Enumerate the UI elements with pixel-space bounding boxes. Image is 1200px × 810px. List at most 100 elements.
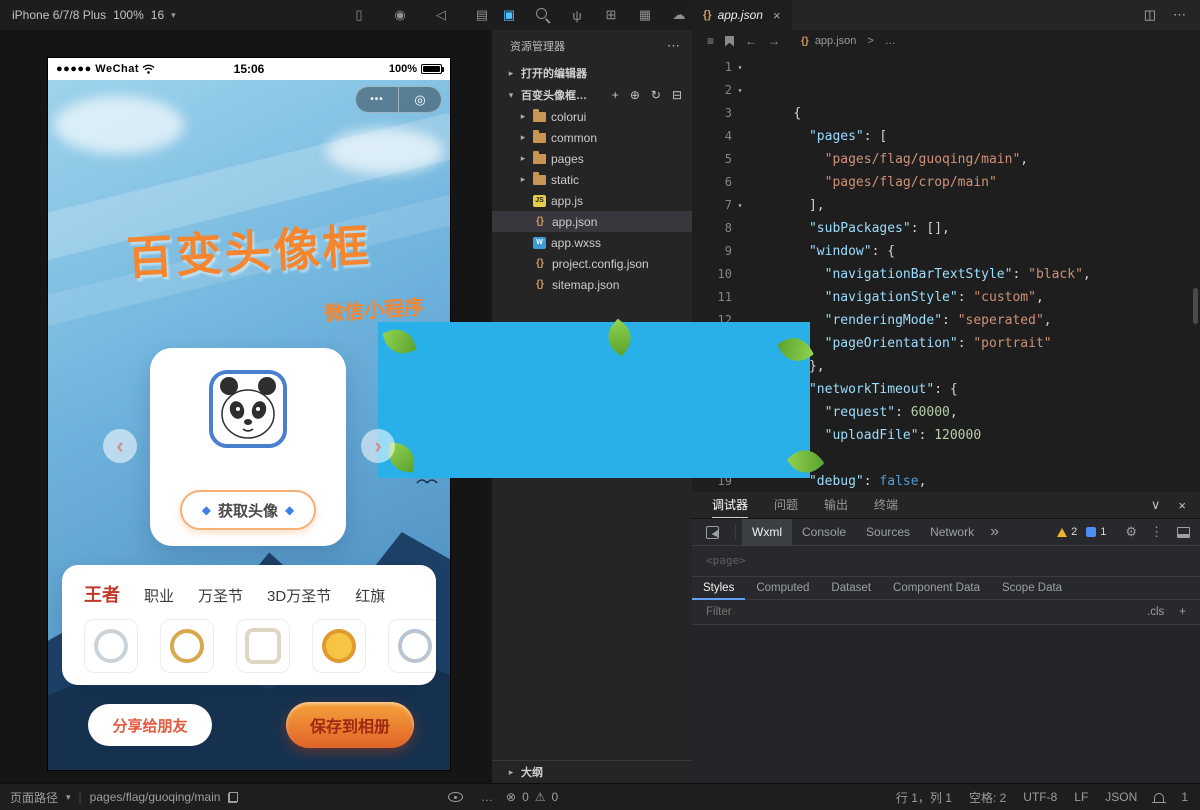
capsule-more-button[interactable]: ••• bbox=[356, 87, 399, 112]
avatar-frame-thumbnail[interactable] bbox=[312, 619, 366, 673]
more-icon[interactable]: … bbox=[481, 790, 493, 804]
debugger-tab[interactable]: 终端 bbox=[874, 493, 898, 517]
version-control-icon[interactable]: ψ bbox=[568, 6, 586, 24]
tree-item[interactable]: {} app.json bbox=[492, 211, 692, 232]
statusbar-item[interactable]: JSON bbox=[1105, 790, 1137, 804]
preview-eye-icon[interactable] bbox=[448, 792, 463, 802]
category-tab[interactable]: 万圣节 bbox=[198, 585, 243, 606]
editor-toggle-icon[interactable]: ▣ bbox=[500, 6, 518, 24]
mute-icon[interactable]: ◁ bbox=[432, 6, 450, 24]
close-tab-icon[interactable]: × bbox=[773, 8, 781, 23]
get-avatar-button[interactable]: ◆ 获取头像 ◆ bbox=[180, 490, 316, 530]
split-editor-icon[interactable]: ◫ bbox=[1144, 7, 1156, 23]
devtools-tab[interactable]: Console bbox=[792, 519, 856, 546]
tree-item[interactable]: {} sitemap.json bbox=[492, 274, 692, 295]
tree-item[interactable]: ▸ common bbox=[492, 127, 692, 148]
problems-group[interactable]: ⊗ 0 ⚠ 0 bbox=[506, 784, 558, 810]
tree-item[interactable]: ▸ pages bbox=[492, 148, 692, 169]
share-button[interactable]: 分享给朋友 bbox=[88, 704, 212, 746]
toggle-class-button[interactable]: .cls bbox=[1147, 606, 1164, 618]
close-panel-icon[interactable]: × bbox=[1178, 498, 1186, 513]
new-folder-icon[interactable]: ⊕ bbox=[630, 88, 640, 102]
more-actions-icon[interactable]: ⋯ bbox=[1173, 7, 1186, 23]
statusbar-item[interactable]: UTF-8 bbox=[1023, 790, 1057, 804]
device-selector[interactable]: iPhone 6/7/8 Plus 100% 16 ▾ bbox=[12, 0, 176, 30]
styles-tab[interactable]: Component Data bbox=[882, 577, 991, 600]
editor-scrollbar[interactable] bbox=[1193, 288, 1198, 324]
breadcrumb-more[interactable]: … bbox=[885, 35, 896, 47]
devtools-tab[interactable]: Wxml bbox=[742, 519, 792, 546]
debugger-tab[interactable]: 输出 bbox=[824, 493, 848, 517]
breadcrumb-file[interactable]: {} app.json bbox=[801, 35, 856, 47]
back-icon[interactable]: ← bbox=[745, 34, 757, 48]
category-tab[interactable]: 红旗 bbox=[355, 585, 385, 606]
wxml-dom-root[interactable]: <page> bbox=[692, 546, 1200, 576]
tree-item[interactable]: {} project.config.json bbox=[492, 253, 692, 274]
project-root-section[interactable]: ▾ 百变头像框… +⊕↻⊟ bbox=[492, 84, 692, 106]
filter-input[interactable]: Filter bbox=[706, 606, 732, 618]
styles-tab[interactable]: Styles bbox=[692, 577, 745, 600]
statusbar-item[interactable]: 空格: 2 bbox=[969, 789, 1006, 806]
notification-count[interactable]: 1 bbox=[1181, 790, 1188, 804]
fold-chevron-icon[interactable] bbox=[732, 171, 748, 194]
page-path-label[interactable]: 页面路径 bbox=[10, 789, 58, 806]
devtools-tab[interactable]: Sources bbox=[856, 519, 920, 546]
cloud-icon[interactable]: ☁ bbox=[670, 6, 688, 24]
statusbar-item[interactable]: LF bbox=[1074, 790, 1088, 804]
gear-icon[interactable]: ⚙ bbox=[1125, 524, 1137, 540]
outline-section[interactable]: ▸ 大纲 bbox=[492, 760, 692, 783]
open-editors-section[interactable]: ▸ 打开的编辑器 bbox=[492, 62, 692, 84]
bookmark-icon[interactable] bbox=[725, 36, 734, 47]
avatar-frame-thumbnail[interactable] bbox=[160, 619, 214, 673]
styles-tab[interactable]: Dataset bbox=[820, 577, 882, 600]
debugger-tab[interactable]: 问题 bbox=[774, 493, 798, 517]
bell-icon[interactable] bbox=[1154, 793, 1164, 802]
fold-chevron-icon[interactable]: ▾ bbox=[732, 194, 748, 217]
copy-path-icon[interactable] bbox=[228, 792, 238, 803]
category-tab[interactable]: 3D万圣节 bbox=[267, 585, 331, 606]
fold-chevron-icon[interactable] bbox=[732, 102, 748, 125]
avatar-frame-thumbnail[interactable] bbox=[236, 619, 290, 673]
category-tab[interactable]: 职业 bbox=[144, 585, 174, 606]
devtools-tab[interactable]: Network bbox=[920, 519, 984, 546]
forward-icon[interactable]: → bbox=[768, 34, 780, 48]
tree-item[interactable]: ▸ colorui bbox=[492, 106, 692, 127]
fold-chevron-icon[interactable] bbox=[732, 286, 748, 309]
fold-chevron-icon[interactable] bbox=[732, 217, 748, 240]
fold-chevron-icon[interactable]: ▾ bbox=[732, 56, 748, 79]
kebab-menu-icon[interactable]: ⋮ bbox=[1150, 524, 1163, 540]
avatar-frame-thumbnail[interactable] bbox=[84, 619, 138, 673]
avatar-frame-thumbnail[interactable] bbox=[388, 619, 436, 673]
tree-item[interactable]: ▸ static bbox=[492, 169, 692, 190]
tab-app-json[interactable]: {} app.json × bbox=[692, 0, 792, 30]
refresh-icon[interactable]: ↻ bbox=[651, 88, 661, 102]
statusbar-item[interactable]: 行 1，列 1 bbox=[896, 789, 952, 806]
grid-icon[interactable]: ⊞ bbox=[602, 6, 620, 24]
fold-chevron-icon[interactable] bbox=[732, 148, 748, 171]
warning-count[interactable]: 2 bbox=[1071, 526, 1077, 538]
issues-count[interactable]: 1 bbox=[1100, 526, 1106, 538]
category-tab[interactable]: 王者 bbox=[84, 581, 120, 607]
record-icon[interactable]: ◉ bbox=[391, 6, 409, 24]
windows-icon[interactable]: ▦ bbox=[636, 6, 654, 24]
inspect-element-icon[interactable] bbox=[706, 526, 719, 539]
tabs-overflow-icon[interactable]: » bbox=[984, 523, 1005, 541]
save-to-album-button[interactable]: 保存到相册 bbox=[286, 702, 414, 748]
fold-chevron-icon[interactable] bbox=[732, 240, 748, 263]
dock-side-icon[interactable] bbox=[1177, 527, 1190, 538]
new-style-rule-button[interactable]: + bbox=[1179, 606, 1186, 618]
tree-item[interactable]: W app.wxss bbox=[492, 232, 692, 253]
fold-chevron-icon[interactable]: ▾ bbox=[732, 79, 748, 102]
carousel-prev-button[interactable]: ‹ bbox=[103, 429, 137, 463]
snapshot-icon[interactable]: ▤ bbox=[473, 6, 491, 24]
styles-tab[interactable]: Computed bbox=[745, 577, 820, 600]
open-editors-icon[interactable]: ≡ bbox=[707, 34, 714, 48]
collapse-all-icon[interactable]: ⊟ bbox=[672, 88, 682, 102]
carousel-next-button[interactable]: › bbox=[361, 429, 395, 463]
fold-chevron-icon[interactable] bbox=[732, 263, 748, 286]
capsule-close-button[interactable]: ◎ bbox=[399, 87, 441, 112]
new-file-icon[interactable]: + bbox=[612, 88, 619, 102]
debugger-tab[interactable]: 调试器 bbox=[712, 493, 748, 518]
simulator-icon[interactable]: ▯ bbox=[350, 6, 368, 24]
fold-chevron-icon[interactable] bbox=[732, 125, 748, 148]
